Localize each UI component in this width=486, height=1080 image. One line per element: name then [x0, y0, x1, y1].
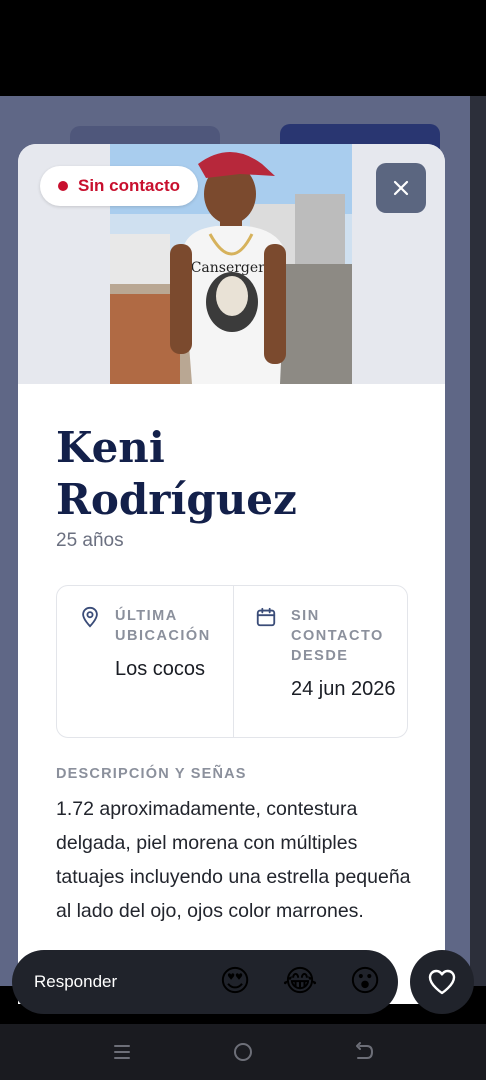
- info-box: ÚLTIMA UBICACIÓN Los cocos SIN CONTACTO …: [56, 585, 408, 738]
- calendar-icon: [256, 607, 276, 627]
- heart-icon: [428, 969, 456, 995]
- reply-bar[interactable]: Responder 😍 😂 😮: [12, 950, 398, 1014]
- system-nav-bar: [0, 1024, 486, 1080]
- photo-band: Cansergero Sin contacto: [18, 144, 445, 384]
- description-label: DESCRIPCIÓN Y SEÑAS: [56, 766, 247, 782]
- emoji-laughing-button[interactable]: 😂: [280, 962, 320, 1002]
- emoji-heart-eyes-button[interactable]: 😍: [215, 962, 255, 1002]
- recent-apps-icon[interactable]: [110, 1040, 134, 1064]
- missing-since-value: 24 jun 2026: [291, 678, 396, 700]
- person-last-name: Rodríguez: [56, 475, 297, 524]
- status-badge: Sin contacto: [40, 166, 199, 206]
- status-badge-label: Sin contacto: [78, 176, 181, 195]
- person-age: 25 años: [56, 530, 124, 551]
- back-icon[interactable]: [352, 1040, 376, 1064]
- like-button[interactable]: [410, 950, 474, 1014]
- missing-since-label: SIN CONTACTO DESDE: [291, 608, 384, 664]
- close-button[interactable]: [376, 163, 426, 213]
- last-location-label: ÚLTIMA UBICACIÓN: [115, 608, 211, 644]
- profile-card: Cansergero Sin contacto Keni Rodríguez 2…: [18, 144, 445, 1004]
- person-first-name: Keni: [56, 423, 165, 472]
- background-edge: [470, 96, 486, 986]
- person-name: Keni Rodríguez: [56, 422, 416, 526]
- last-location-value: Los cocos: [115, 658, 206, 680]
- reply-input[interactable]: Responder: [34, 972, 117, 992]
- close-icon: [393, 180, 409, 196]
- emoji-surprised-button[interactable]: 😮: [345, 962, 385, 1002]
- location-pin-icon: [82, 606, 98, 628]
- svg-text:Cansergero: Cansergero: [191, 260, 274, 276]
- home-icon[interactable]: [231, 1040, 255, 1064]
- status-dot: [58, 181, 68, 191]
- description-text: 1.72 aproximadamente, contestura delgada…: [56, 798, 411, 922]
